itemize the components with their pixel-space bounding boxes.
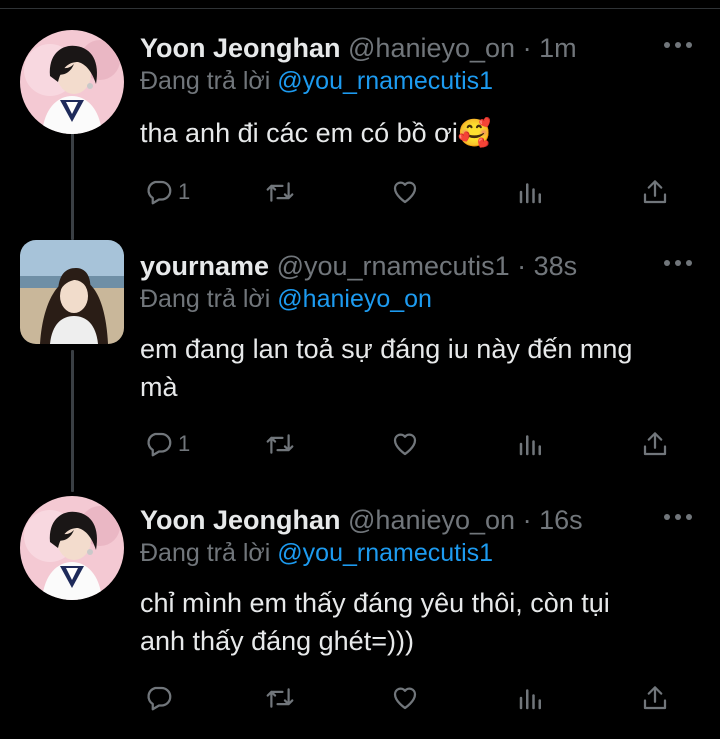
tweet-actions: 1 [140, 424, 680, 464]
views-button[interactable] [516, 172, 546, 212]
views-icon [519, 183, 541, 204]
views-button[interactable] [516, 678, 546, 718]
user-handle[interactable]: @you_rnamecutis1 [277, 251, 510, 281]
more-icon[interactable] [664, 248, 692, 278]
heart-icon [393, 433, 417, 456]
avatar[interactable] [20, 496, 124, 600]
reply-icon [147, 686, 172, 711]
retweet-button[interactable] [264, 172, 296, 212]
reply-icon [147, 180, 172, 205]
tweet-actions [140, 678, 680, 718]
heart-icon [393, 181, 417, 204]
retweet-icon [266, 688, 294, 708]
mention-link[interactable]: @you_rnamecutis1 [277, 539, 493, 567]
tweet-header: yourname @you_rnamecutis1 · 38s [140, 248, 577, 284]
replying-to: Đang trả lời @hanieyo_on [140, 282, 432, 316]
display-name[interactable]: Yoon Jeonghan [140, 505, 341, 535]
retweet-icon [266, 182, 294, 202]
avatar[interactable] [20, 240, 124, 344]
share-icon [643, 686, 667, 710]
views-icon [519, 689, 541, 710]
reply-icon [147, 432, 172, 457]
mention-link[interactable]: @you_rnamecutis1 [277, 67, 493, 95]
replying-to-label: Đang trả lời [140, 285, 271, 313]
tweet-actions: 1 [140, 172, 680, 212]
avatar[interactable] [20, 30, 124, 134]
tweet-header: Yoon Jeonghan @hanieyo_on · 16s [140, 502, 583, 538]
more-icon[interactable] [664, 30, 692, 60]
retweet-button[interactable] [264, 424, 296, 464]
timestamp[interactable]: 38s [534, 251, 578, 281]
more-icon[interactable] [664, 502, 692, 532]
share-icon [643, 180, 667, 204]
reply-button[interactable]: 1 [144, 424, 190, 464]
tweet[interactable]: yourname @you_rnamecutis1 · 38s Đang trả… [0, 240, 720, 468]
tweet[interactable]: Yoon Jeonghan @hanieyo_on · 16s Đang trả… [0, 496, 720, 732]
timestamp[interactable]: 16s [539, 505, 583, 535]
tweet-text: chỉ mình em thấy đáng yêu thôi, còn tụi … [140, 584, 680, 660]
share-button[interactable] [640, 424, 670, 464]
heart-icon [393, 687, 417, 710]
like-button[interactable] [390, 678, 420, 718]
retweet-icon [266, 434, 294, 454]
user-handle[interactable]: @hanieyo_on [348, 33, 515, 63]
like-button[interactable] [390, 424, 420, 464]
reply-button[interactable]: 1 [144, 172, 190, 212]
views-button[interactable] [516, 424, 546, 464]
replying-to: Đang trả lời @you_rnamecutis1 [140, 536, 493, 570]
tweet-text-line: em đang lan toả sự đáng iu này đến mng [140, 334, 633, 364]
mention-link[interactable]: @hanieyo_on [277, 285, 432, 313]
share-icon [643, 432, 667, 456]
share-button[interactable] [640, 678, 670, 718]
tweet[interactable]: Yoon Jeonghan @hanieyo_on · 1m Đang trả … [0, 30, 720, 230]
timestamp[interactable]: 1m [539, 33, 577, 63]
views-icon [519, 435, 541, 456]
separator-dot: · [517, 251, 527, 281]
tweet-text: em đang lan toả sự đáng iu này đến mng m… [140, 330, 680, 406]
display-name[interactable]: yourname [140, 251, 269, 281]
reply-count: 1 [178, 431, 191, 456]
replying-to-label: Đang trả lời [140, 539, 271, 567]
tweet-text-line: mà [140, 372, 178, 402]
separator-dot: · [522, 33, 532, 63]
retweet-button[interactable] [264, 678, 296, 718]
top-divider [0, 8, 720, 9]
like-button[interactable] [390, 172, 420, 212]
replying-to-label: Đang trả lời [140, 67, 271, 95]
share-button[interactable] [640, 172, 670, 212]
tweet-text: tha anh đi các em có bồ ơi🥰 [140, 114, 680, 152]
user-handle[interactable]: @hanieyo_on [348, 505, 515, 535]
reply-count: 1 [178, 179, 191, 204]
tweet-text-line: tha anh đi các em có bồ ơi🥰 [140, 118, 492, 148]
tweet-header: Yoon Jeonghan @hanieyo_on · 1m [140, 30, 577, 66]
replying-to: Đang trả lời @you_rnamecutis1 [140, 64, 493, 98]
display-name[interactable]: Yoon Jeonghan [140, 33, 341, 63]
reply-button[interactable] [144, 678, 178, 718]
tweet-text-line: anh thấy đáng ghét=))) [140, 626, 414, 656]
tweet-text-line: chỉ mình em thấy đáng yêu thôi, còn tụi [140, 588, 610, 618]
separator-dot: · [522, 505, 532, 535]
